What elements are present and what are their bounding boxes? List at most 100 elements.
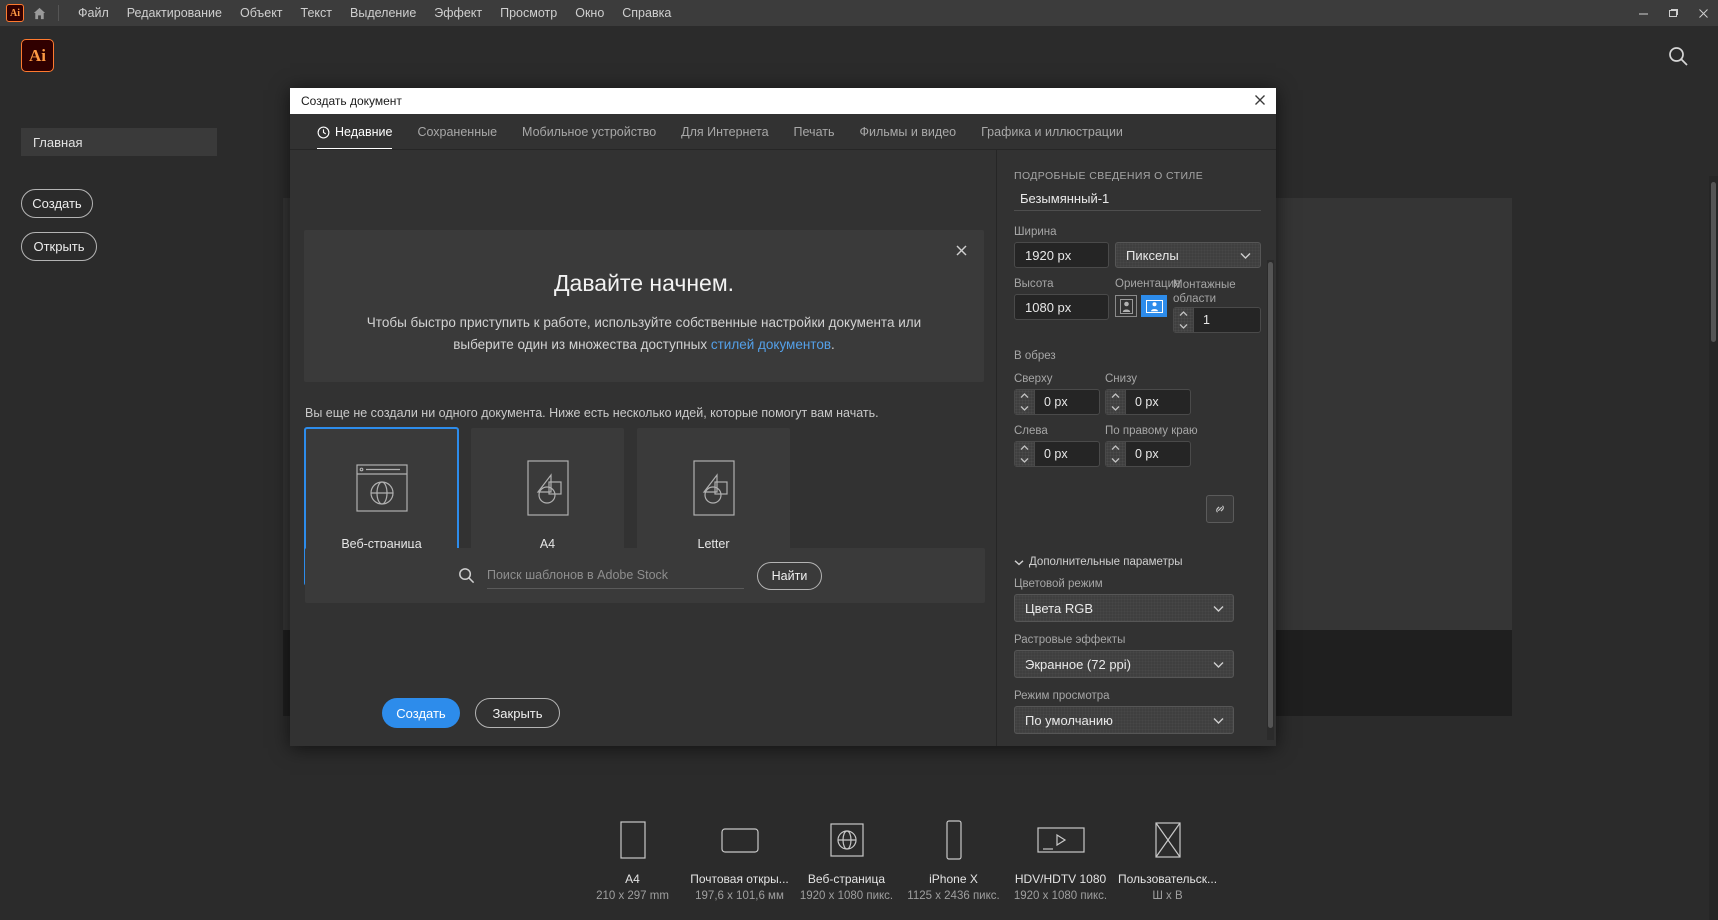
app-logo-icon: Ai <box>6 4 24 22</box>
tab-print[interactable]: Печать <box>794 114 835 150</box>
template-name: iPhone X <box>929 872 978 886</box>
preview-mode-value: По умолчанию <box>1025 712 1113 728</box>
tab-web[interactable]: Для Интернета <box>681 114 768 150</box>
bleed-bottom-value[interactable]: 0 px <box>1126 390 1190 414</box>
bleed-top-stepper[interactable]: 0 px <box>1014 389 1100 415</box>
close-icon[interactable] <box>954 243 970 259</box>
raster-effects-value: Экранное (72 ppi) <box>1025 656 1131 672</box>
color-mode-select[interactable]: Цвета RGB <box>1014 594 1234 622</box>
height-label: Высота <box>1014 278 1054 290</box>
browser-globe-icon <box>352 458 412 518</box>
stepper-up-icon[interactable] <box>1106 390 1125 402</box>
stepper-down-icon[interactable] <box>1015 402 1034 414</box>
tab-saved[interactable]: Сохраненные <box>417 114 497 150</box>
dialog-title-bar: Создать документ <box>290 88 1276 114</box>
height-field[interactable]: 1080 px <box>1014 294 1109 320</box>
units-value: Пикселы <box>1126 247 1179 263</box>
chevron-down-icon <box>1014 559 1024 566</box>
stepper-up-icon[interactable] <box>1015 442 1034 454</box>
minimize-icon[interactable] <box>1628 0 1658 26</box>
bleed-right-stepper[interactable]: 0 px <box>1105 441 1191 467</box>
menu-item-file[interactable]: Файл <box>69 0 118 26</box>
menu-item-object[interactable]: Объект <box>231 0 292 26</box>
template-item[interactable]: A4 210 x 297 mm <box>579 814 686 902</box>
document-name-field[interactable] <box>1014 186 1261 211</box>
dialog-title: Создать документ <box>301 94 402 108</box>
stepper-up-icon[interactable] <box>1106 442 1125 454</box>
chevron-down-icon <box>1213 601 1224 616</box>
tab-recent[interactable]: Недавние <box>317 114 393 150</box>
details-scrollbar[interactable] <box>1267 260 1274 740</box>
tab-label: Графика и иллюстрации <box>981 125 1123 139</box>
stepper-up-icon[interactable] <box>1174 308 1193 320</box>
sidebar-item-home[interactable]: Главная <box>21 128 217 156</box>
stepper-up-icon[interactable] <box>1015 390 1034 402</box>
close-icon[interactable] <box>1252 92 1270 110</box>
find-button[interactable]: Найти <box>757 561 822 590</box>
tab-label: Недавние <box>335 125 393 139</box>
units-select[interactable]: Пикселы <box>1115 242 1261 268</box>
stepper-down-icon[interactable] <box>1174 320 1193 332</box>
menu-item-help[interactable]: Справка <box>613 0 680 26</box>
menu-item-window[interactable]: Окно <box>566 0 613 26</box>
stepper-arrows[interactable] <box>1174 308 1194 332</box>
tab-art[interactable]: Графика и иллюстрации <box>981 114 1123 150</box>
stepper-arrows[interactable] <box>1106 390 1126 414</box>
stepper-down-icon[interactable] <box>1015 454 1034 466</box>
preview-mode-select[interactable]: По умолчанию <box>1014 706 1234 734</box>
create-button[interactable]: Создать <box>21 189 93 218</box>
template-name: Веб-страница <box>807 872 886 886</box>
stepper-arrows[interactable] <box>1106 442 1126 466</box>
raster-effects-select[interactable]: Экранное (72 ppi) <box>1014 650 1234 678</box>
create-document-button[interactable]: Создать <box>382 698 460 728</box>
open-button[interactable]: Открыть <box>21 232 97 261</box>
orientation-portrait-icon[interactable] <box>1115 295 1137 317</box>
stock-search-input[interactable] <box>487 562 744 589</box>
stepper-arrows[interactable] <box>1015 390 1035 414</box>
template-dimensions: Ш х В <box>1152 890 1183 902</box>
tab-film[interactable]: Фильмы и видео <box>859 114 956 150</box>
stepper-arrows[interactable] <box>1015 442 1035 466</box>
template-item[interactable]: Почтовая откры... 197,6 x 101,6 мм <box>686 814 793 902</box>
home-icon[interactable] <box>24 0 54 26</box>
width-field[interactable]: 1920 px <box>1014 242 1109 268</box>
search-icon[interactable] <box>1666 44 1694 72</box>
artboards-stepper[interactable]: 1 <box>1173 307 1261 333</box>
template-item[interactable]: Веб-страница 1920 x 1080 пикс. <box>793 814 900 902</box>
bleed-top-value[interactable]: 0 px <box>1035 390 1099 414</box>
template-dimensions: 197,6 x 101,6 мм <box>695 890 784 902</box>
menu-item-select[interactable]: Выделение <box>341 0 425 26</box>
template-item[interactable]: HDV/HDTV 1080 1920 x 1080 пикс. <box>1007 814 1114 902</box>
close-dialog-button[interactable]: Закрыть <box>475 698 560 728</box>
artboards-value[interactable]: 1 <box>1194 308 1260 332</box>
bleed-bottom-stepper[interactable]: 0 px <box>1105 389 1191 415</box>
document-presets-link[interactable]: стилей документов <box>711 337 831 352</box>
template-name: HDV/HDTV 1080 <box>1014 872 1107 886</box>
bleed-right-value[interactable]: 0 px <box>1126 442 1190 466</box>
tab-mobile[interactable]: Мобильное устройство <box>522 114 656 150</box>
menu-item-edit[interactable]: Редактирование <box>118 0 231 26</box>
template-item[interactable]: iPhone X 1125 x 2436 пикс. <box>900 814 1007 902</box>
bleed-label: В обрез <box>1014 350 1056 362</box>
menu-item-view[interactable]: Просмотр <box>491 0 566 26</box>
template-item[interactable]: Пользовательск... Ш х В <box>1114 814 1221 902</box>
link-icon[interactable] <box>1206 495 1234 523</box>
raster-effects-label: Растровые эффекты <box>1014 634 1126 646</box>
details-scrollbar-thumb[interactable] <box>1268 262 1273 728</box>
stepper-down-icon[interactable] <box>1106 402 1125 414</box>
dialog-content: Давайте начнем. Чтобы быстро приступить … <box>304 150 997 746</box>
bleed-left-stepper[interactable]: 0 px <box>1014 441 1100 467</box>
menu-item-effect[interactable]: Эффект <box>425 0 491 26</box>
orientation-landscape-icon[interactable] <box>1141 295 1167 317</box>
stepper-down-icon[interactable] <box>1106 454 1125 466</box>
advanced-options-toggle[interactable]: Дополнительные параметры <box>1014 556 1183 568</box>
bleed-left-value[interactable]: 0 px <box>1035 442 1099 466</box>
app-scrollbar-thumb[interactable] <box>1711 182 1716 342</box>
menu-item-text[interactable]: Текст <box>292 0 341 26</box>
dialog-body: Давайте начнем. Чтобы быстро приступить … <box>290 150 1276 746</box>
close-icon[interactable] <box>1688 0 1718 26</box>
restore-icon[interactable] <box>1658 0 1688 26</box>
tab-label: Мобильное устройство <box>522 125 657 139</box>
stock-search-band: Найти <box>305 548 985 603</box>
template-dimensions: 1920 x 1080 пикс. <box>799 890 894 902</box>
